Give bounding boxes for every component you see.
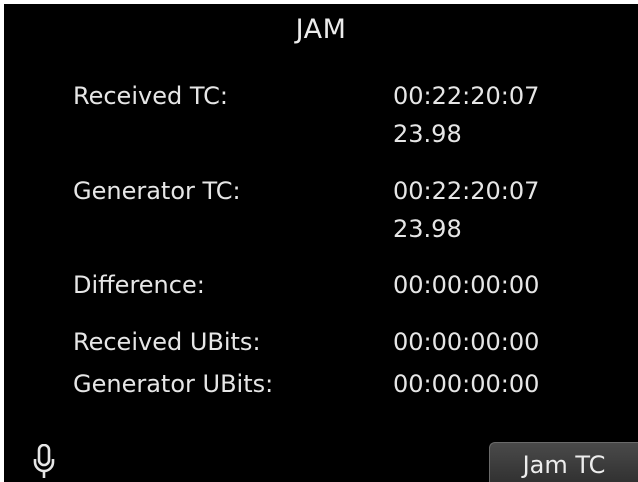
received-ubits-value: 00:00:00:00	[393, 328, 540, 356]
generator-ubits-value: 00:00:00:00	[393, 370, 540, 398]
jam-screen: JAM Received TC: 00:22:20:07 23.98 Gener…	[4, 4, 638, 482]
received-tc-rate: 23.98	[393, 120, 462, 148]
generator-tc-label: Generator TC:	[73, 177, 241, 205]
page-title: JAM	[295, 14, 347, 45]
received-ubits-label: Received UBits:	[73, 328, 261, 356]
generator-tc-value: 00:22:20:07	[393, 177, 540, 205]
received-tc-label: Received TC:	[73, 82, 228, 110]
received-tc-value: 00:22:20:07	[393, 82, 540, 110]
microphone-icon[interactable]	[33, 444, 55, 480]
difference-value: 00:00:00:00	[393, 271, 540, 299]
difference-label: Difference:	[73, 271, 205, 299]
generator-ubits-label: Generator UBits:	[73, 370, 274, 398]
jam-tc-button[interactable]: Jam TC	[489, 442, 638, 482]
generator-tc-rate: 23.98	[393, 215, 462, 243]
